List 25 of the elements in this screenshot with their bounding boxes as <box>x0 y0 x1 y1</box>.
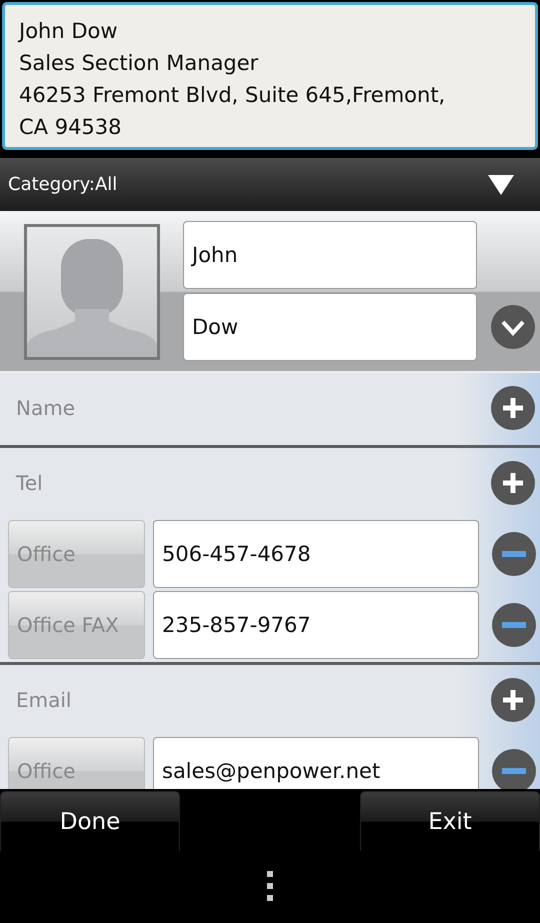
value-input-field[interactable]: sales@penpower.net <box>153 736 479 789</box>
action-button[interactable]: Exit <box>360 791 540 851</box>
remove-icon[interactable] <box>492 748 536 789</box>
dropdown-icon[interactable] <box>488 174 514 194</box>
add-icon[interactable] <box>491 461 535 505</box>
add-icon[interactable] <box>491 678 535 722</box>
contact-summary-line: 46253 Fremont Blvd, Suite 645,Fremont, <box>19 82 446 109</box>
remove-icon[interactable] <box>492 602 536 646</box>
section-label: Name <box>16 396 76 420</box>
section-label: Tel <box>16 471 43 495</box>
expand-icon[interactable] <box>491 305 535 349</box>
action-button[interactable]: Done <box>0 791 180 851</box>
remove-icon[interactable] <box>492 532 536 576</box>
avatar-placeholder[interactable] <box>24 224 160 360</box>
contact-summary-line: John Dow <box>19 18 119 45</box>
value-input-field[interactable]: 235-857-9767 <box>153 590 479 658</box>
value-input-field[interactable]: 506-457-4678 <box>153 520 479 588</box>
category-label: Category:All <box>8 174 118 195</box>
name-input-field[interactable]: John <box>183 221 477 289</box>
category-bar[interactable]: Category:All <box>0 158 540 211</box>
add-icon[interactable] <box>491 386 535 430</box>
name-input-field[interactable]: Dow <box>183 293 477 361</box>
contact-summary-line: CA 94538 <box>19 114 123 141</box>
contact-summary-line: Sales Section Manager <box>19 50 260 77</box>
section-label: Email <box>16 688 72 712</box>
